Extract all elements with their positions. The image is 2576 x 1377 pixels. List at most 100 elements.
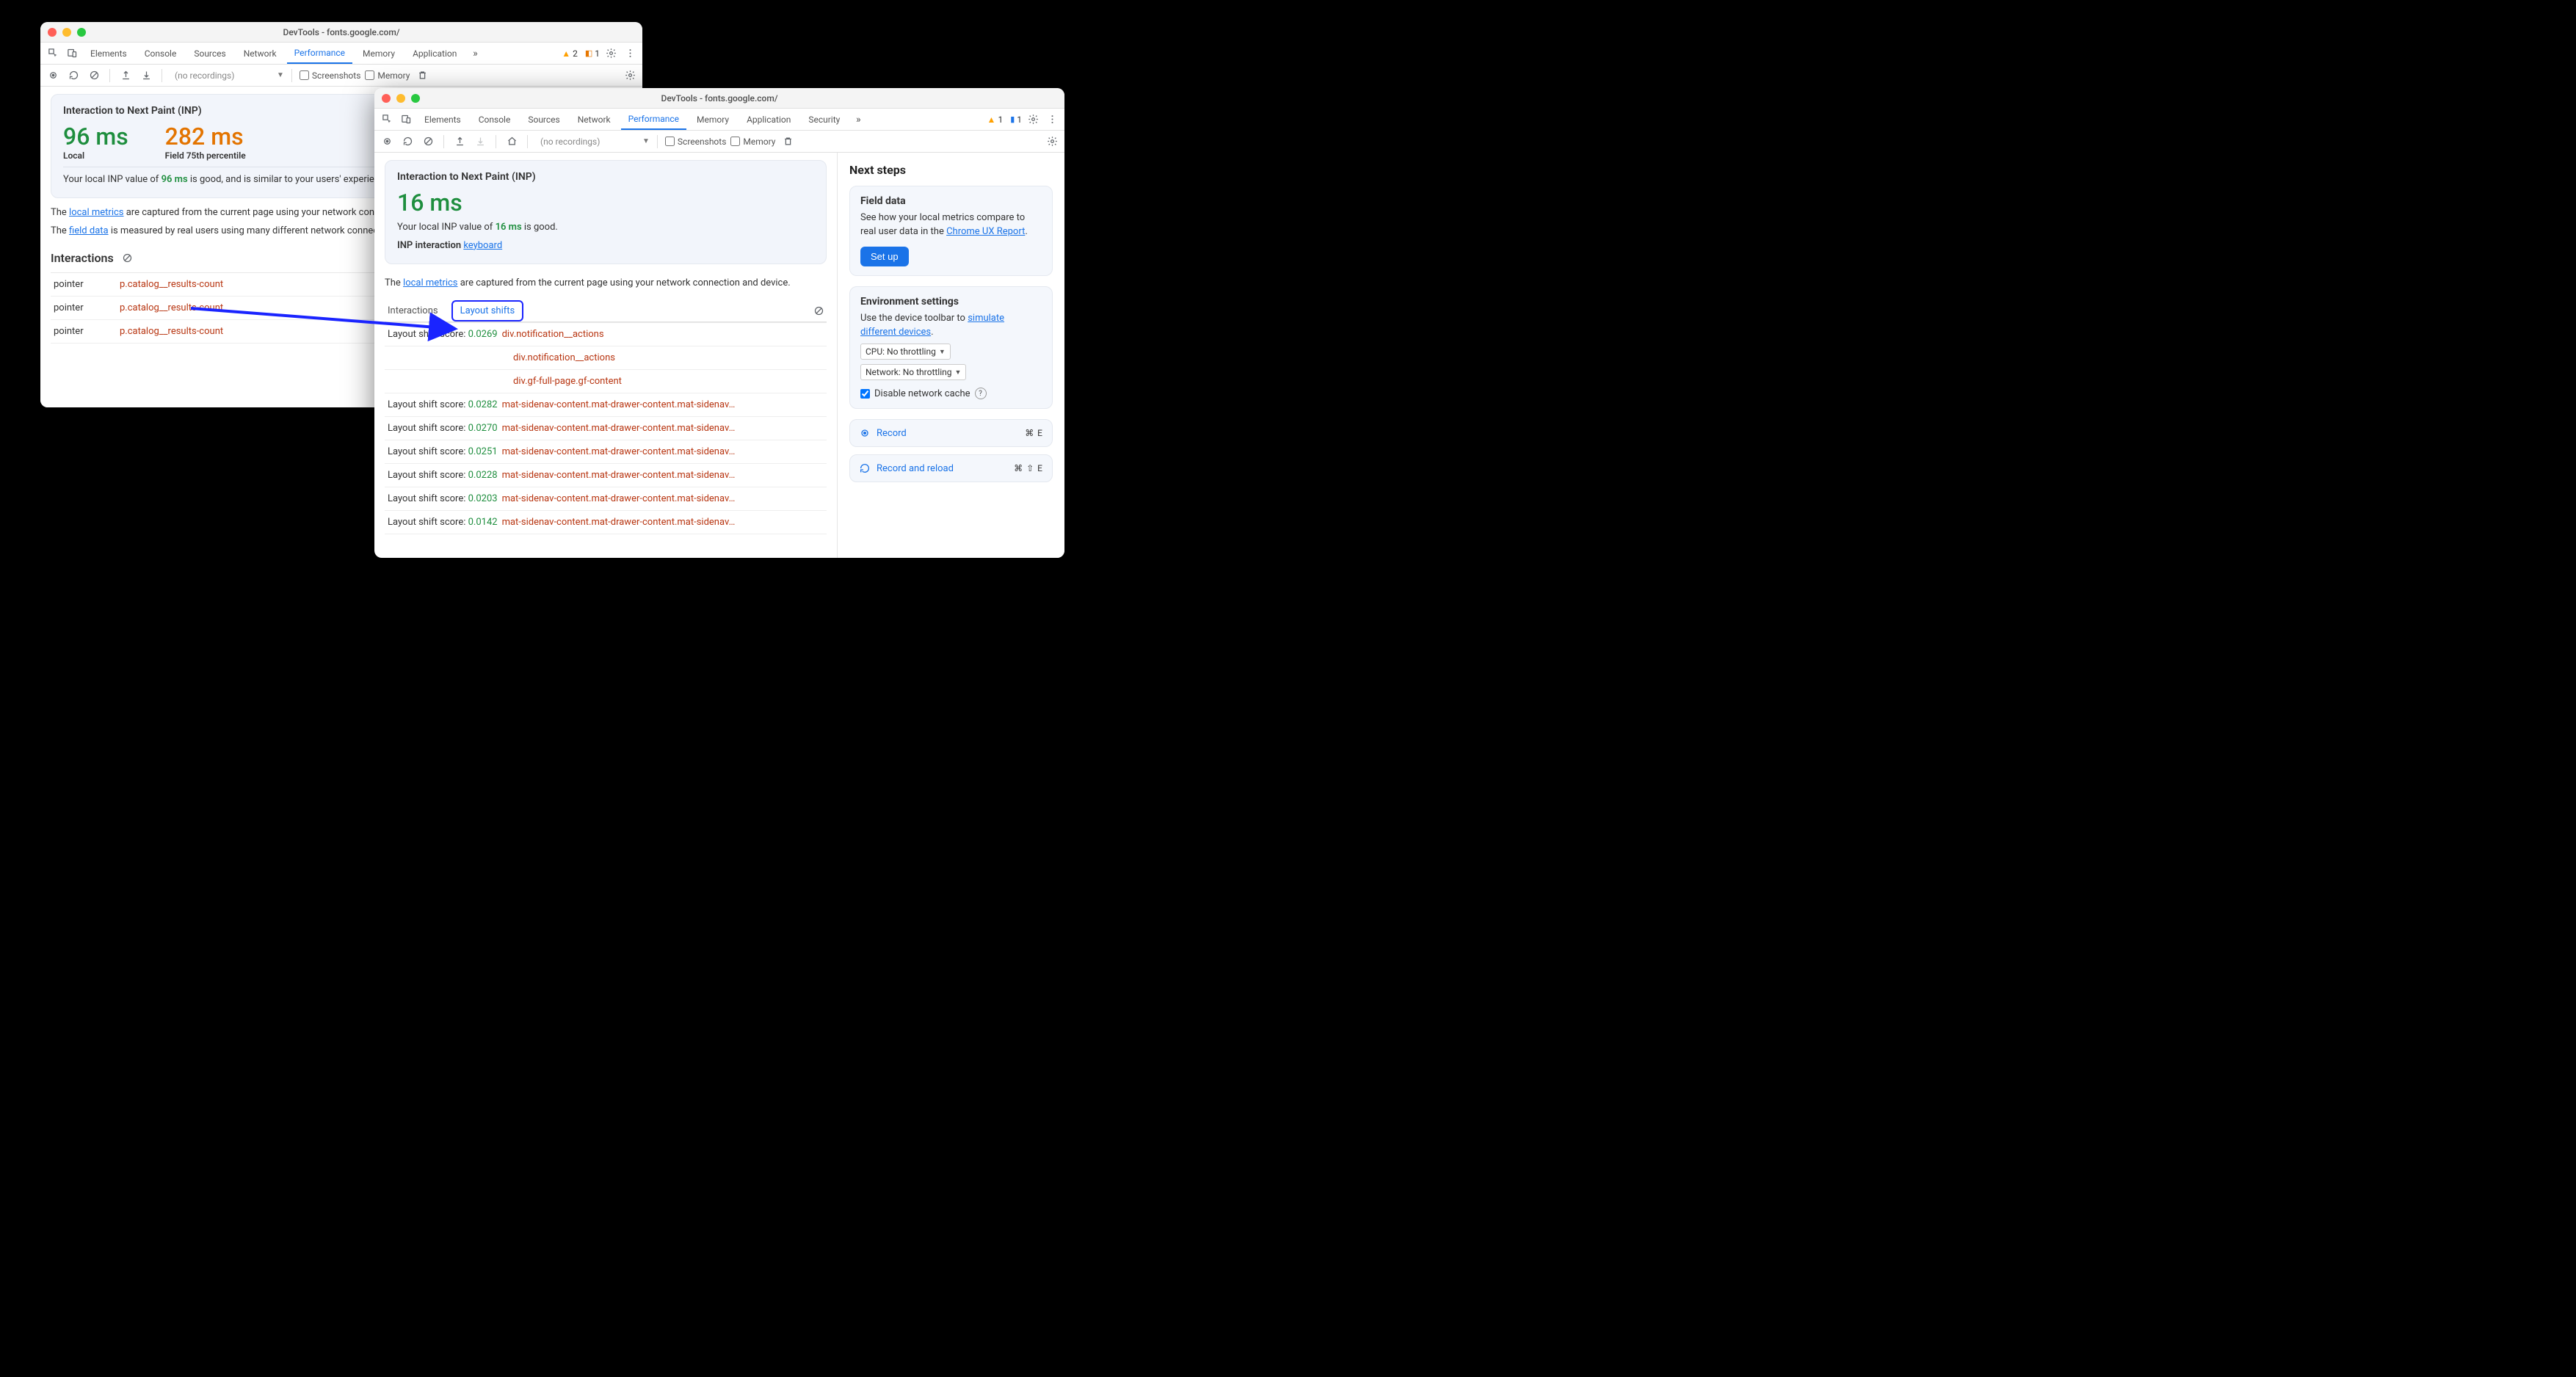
maximize-icon[interactable] [411, 94, 420, 103]
more-tabs-icon[interactable] [467, 46, 483, 62]
disable-cache-label: Disable network cache [874, 388, 970, 399]
subtab-layout-shifts[interactable]: Layout shifts [451, 300, 524, 321]
download-icon[interactable] [138, 68, 154, 84]
subtab-interactions[interactable]: Interactions [385, 301, 441, 321]
download-icon[interactable] [472, 134, 488, 150]
minimize-icon[interactable] [396, 94, 405, 103]
clear-interactions-icon[interactable] [120, 250, 136, 266]
home-icon[interactable] [504, 134, 520, 150]
window-controls [382, 94, 420, 103]
table-row[interactable]: Layout shift score: 0.0142 mat-sidenav-c… [385, 511, 827, 534]
disable-cache-row[interactable]: Disable network cache ? [860, 388, 1042, 399]
tab-network[interactable]: Network [236, 43, 284, 64]
inspect-icon[interactable] [45, 46, 61, 62]
tab-console[interactable]: Console [471, 109, 518, 130]
memory-label: Memory [377, 70, 410, 81]
table-row[interactable]: Layout shift score: 0.0269 div.notificat… [385, 323, 827, 346]
field-data-link[interactable]: field data [69, 225, 109, 236]
settings-icon[interactable] [603, 46, 619, 62]
tab-sources[interactable]: Sources [520, 109, 567, 130]
inp-interaction-link[interactable]: keyboard [463, 240, 502, 251]
table-row[interactable]: Layout shift score: 0.0270 mat-sidenav-c… [385, 417, 827, 440]
panel-settings-icon[interactable] [622, 68, 638, 84]
table-row[interactable]: Layout shift score: 0.0282 mat-sidenav-c… [385, 393, 827, 417]
record-shortcut: ⌘ E [1025, 428, 1043, 438]
record-icon[interactable] [379, 134, 395, 150]
minimize-icon[interactable] [62, 28, 71, 37]
env-settings-card: Environment settings Use the device tool… [849, 286, 1053, 410]
warnings-badge[interactable]: ▲2 [562, 48, 578, 59]
table-row[interactable]: div.gf-full-page.gf-content [385, 370, 827, 393]
device-toolbar-icon[interactable] [398, 112, 414, 128]
tab-network[interactable]: Network [570, 109, 618, 130]
inspect-icon[interactable] [379, 112, 395, 128]
clear-icon[interactable] [86, 68, 102, 84]
kebab-icon[interactable] [622, 46, 638, 62]
record-row[interactable]: Record ⌘ E [849, 419, 1053, 447]
memory-checkbox[interactable]: Memory [365, 70, 410, 81]
screenshots-checkbox[interactable]: Screenshots [300, 70, 360, 81]
tab-console[interactable]: Console [137, 43, 184, 64]
help-icon[interactable]: ? [975, 388, 987, 399]
crux-link[interactable]: Chrome UX Report [946, 226, 1025, 237]
subtabs: Interactions Layout shifts [385, 300, 827, 322]
disable-cache-checkbox[interactable] [860, 389, 870, 399]
record-icon[interactable] [45, 68, 61, 84]
warnings-count: 1 [998, 115, 1003, 125]
memory-checkbox[interactable]: Memory [730, 137, 775, 147]
local-metrics-link[interactable]: local metrics [69, 207, 123, 218]
collect-garbage-icon[interactable] [780, 134, 796, 150]
tab-elements[interactable]: Elements [417, 109, 468, 130]
clear-list-icon[interactable] [810, 303, 827, 319]
network-throttle-select[interactable]: Network: No throttling▼ [860, 364, 966, 380]
close-icon[interactable] [48, 28, 57, 37]
more-tabs-icon[interactable] [850, 112, 866, 128]
table-row[interactable]: Layout shift score: 0.0251 mat-sidenav-c… [385, 440, 827, 464]
reload-icon[interactable] [399, 134, 416, 150]
setup-button[interactable]: Set up [860, 247, 909, 266]
tab-performance[interactable]: Performance [287, 43, 352, 64]
tab-security[interactable]: Security [801, 109, 847, 130]
close-icon[interactable] [382, 94, 391, 103]
recordings-select[interactable]: (no recordings) [170, 68, 272, 83]
tab-application[interactable]: Application [405, 43, 464, 64]
row-element: div.notification__actions [502, 329, 824, 340]
screenshots-checkbox[interactable]: Screenshots [665, 137, 726, 147]
tab-sources[interactable]: Sources [186, 43, 233, 64]
table-row[interactable]: Layout shift score: 0.0203 mat-sidenav-c… [385, 487, 827, 511]
interactions-heading: Interactions [51, 251, 114, 265]
warnings-badge[interactable]: ▲1 [987, 115, 1004, 125]
kebab-icon[interactable] [1044, 112, 1060, 128]
upload-icon[interactable] [117, 68, 134, 84]
inp-field-label: Field 75th percentile [165, 150, 246, 161]
recordings-select[interactable]: (no recordings) [535, 134, 638, 149]
record-reload-row[interactable]: Record and reload ⌘ ⇧ E [849, 454, 1053, 482]
inp-interaction: INP interaction keyboard [397, 239, 814, 253]
messages-badge[interactable]: ▮1 [1010, 115, 1022, 125]
record-reload-label: Record and reload [877, 463, 954, 474]
tab-memory[interactable]: Memory [689, 109, 736, 130]
reload-icon[interactable] [65, 68, 81, 84]
flags-badge[interactable]: ◧1 [585, 48, 600, 59]
env-heading: Environment settings [860, 296, 1042, 308]
inp-desc-value: 96 ms [162, 174, 188, 185]
maximize-icon[interactable] [77, 28, 86, 37]
row-score: Layout shift score: 0.0251 [388, 446, 498, 457]
clear-icon[interactable] [420, 134, 436, 150]
cpu-throttle-select[interactable]: CPU: No throttling▼ [860, 344, 951, 360]
settings-icon[interactable] [1025, 112, 1041, 128]
tab-application[interactable]: Application [739, 109, 798, 130]
local-metrics-link[interactable]: local metrics [403, 277, 457, 288]
device-toolbar-icon[interactable] [64, 46, 80, 62]
tab-elements[interactable]: Elements [83, 43, 134, 64]
panel-settings-icon[interactable] [1044, 134, 1060, 150]
tab-performance[interactable]: Performance [621, 109, 686, 130]
record-dot-icon [859, 427, 871, 439]
main-column: Interaction to Next Paint (INP) 16 ms Yo… [374, 153, 837, 558]
inp-field-value: 282 ms [165, 123, 246, 150]
table-row[interactable]: Layout shift score: 0.0228 mat-sidenav-c… [385, 464, 827, 487]
tab-memory[interactable]: Memory [355, 43, 402, 64]
upload-icon[interactable] [451, 134, 468, 150]
table-row[interactable]: div.notification__actions [385, 346, 827, 370]
collect-garbage-icon[interactable] [414, 68, 430, 84]
